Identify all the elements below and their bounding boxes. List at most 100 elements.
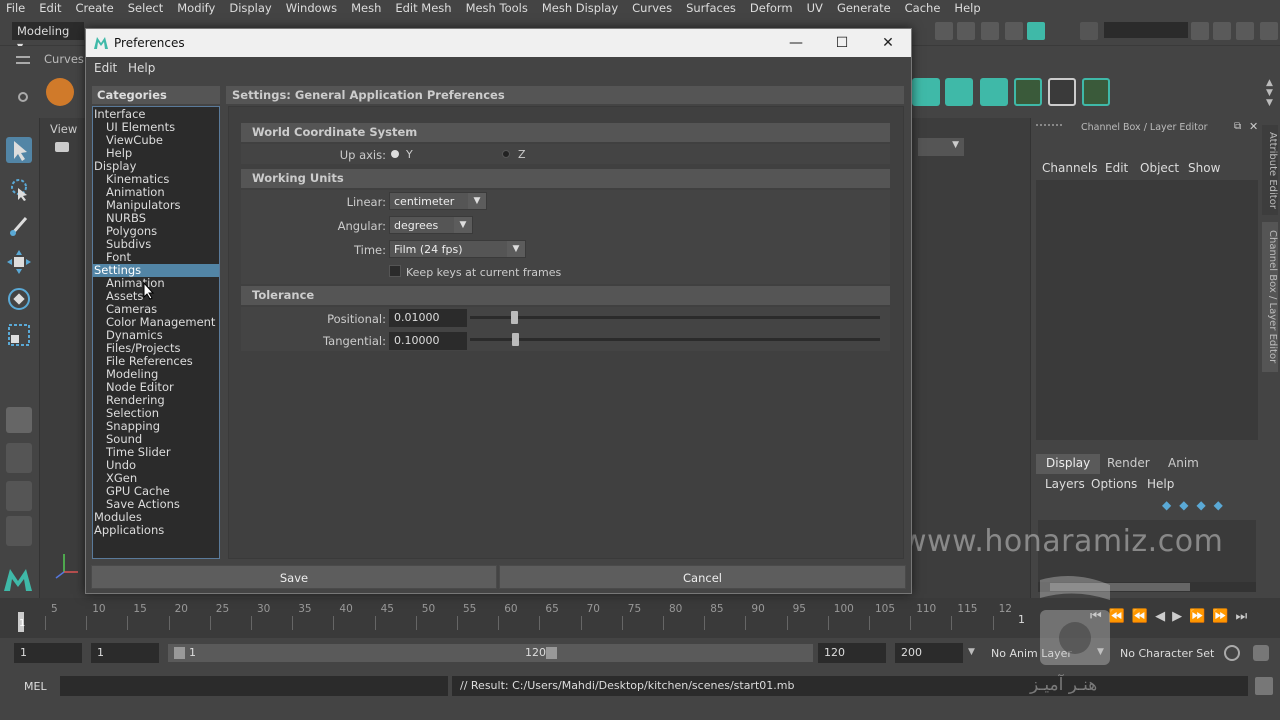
panel-grip-icon[interactable] — [1036, 124, 1062, 130]
layout-outliner-icon[interactable] — [6, 516, 32, 546]
shelf-tab-curves[interactable]: Curves — [44, 52, 84, 66]
category-applications[interactable]: Applications — [93, 524, 219, 537]
layer-tab-anim[interactable]: Anim — [1158, 454, 1209, 474]
layer-tab-display[interactable]: Display — [1036, 454, 1101, 474]
layout2-icon[interactable] — [1236, 22, 1254, 40]
time-select[interactable]: Film (24 fps) ▼ — [389, 240, 526, 258]
mode-selector[interactable]: Modeling ▼ — [12, 22, 84, 51]
command-input[interactable] — [60, 676, 448, 696]
menu-windows[interactable]: Windows — [286, 1, 337, 15]
move-tool-icon[interactable] — [6, 249, 32, 275]
workspace-icon[interactable] — [1191, 22, 1209, 40]
character-set-select[interactable]: No Character Set — [1120, 647, 1214, 660]
auto-key-icon[interactable] — [1224, 645, 1240, 661]
attribute-editor-tab[interactable]: Attribute Editor — [1262, 125, 1278, 215]
current-frame-field[interactable]: 1 — [1018, 613, 1025, 626]
viewport-view-menu[interactable]: View — [50, 122, 77, 136]
linear-select[interactable]: centimeter ▼ — [389, 192, 487, 210]
keep-keys-checkbox[interactable] — [389, 265, 401, 277]
channel-box-area[interactable] — [1036, 180, 1258, 440]
shelf-gear-icon[interactable] — [18, 92, 28, 102]
menu-display[interactable]: Display — [229, 1, 271, 15]
viewport-dropdown[interactable]: ▼ — [918, 138, 964, 156]
layer-buttons-icon[interactable]: ◆◆◆◆ — [1162, 498, 1231, 512]
panel-close-icon[interactable]: ✕ — [1249, 120, 1258, 133]
shelf-tool-6-icon[interactable] — [1082, 78, 1110, 106]
maximize-icon[interactable]: ☐ — [832, 33, 852, 53]
shelf-tool-1-icon[interactable] — [912, 78, 940, 106]
menu-curves[interactable]: Curves — [632, 1, 672, 15]
tangential-slider[interactable] — [470, 338, 880, 341]
tangential-field[interactable]: 0.10000 — [389, 332, 467, 350]
menu-deform[interactable]: Deform — [750, 1, 793, 15]
menu-edit-mesh[interactable]: Edit Mesh — [395, 1, 451, 15]
cb-menu-object[interactable]: Object — [1140, 161, 1179, 175]
menu-help[interactable]: Help — [954, 1, 980, 15]
menu-mesh-display[interactable]: Mesh Display — [542, 1, 618, 15]
menu-select[interactable]: Select — [128, 1, 163, 15]
shelf-menu-icon[interactable] — [16, 56, 30, 64]
menu-surfaces[interactable]: Surfaces — [686, 1, 736, 15]
hypershade-icon[interactable] — [1005, 22, 1023, 40]
anim-layer-arrow-icon[interactable]: ▼ — [968, 647, 975, 657]
shelf-tool-2-icon[interactable] — [945, 78, 973, 106]
menu-cache[interactable]: Cache — [905, 1, 941, 15]
render-settings-icon[interactable] — [957, 22, 975, 40]
lasso-tool-icon[interactable] — [6, 176, 32, 202]
quick-search-field[interactable] — [1104, 22, 1188, 38]
toggle-icon[interactable] — [1027, 22, 1045, 40]
positional-slider-handle[interactable] — [511, 311, 518, 324]
cancel-button[interactable]: Cancel — [499, 565, 906, 589]
layer-menu-options[interactable]: Options — [1091, 477, 1137, 491]
prefs-menu-edit[interactable]: Edit — [94, 61, 117, 75]
section-tolerance[interactable]: Tolerance — [241, 286, 890, 305]
range-handle-start[interactable] — [174, 647, 185, 659]
layout-four-icon[interactable] — [6, 443, 32, 473]
layout-icon[interactable] — [1213, 22, 1231, 40]
section-working-units[interactable]: Working Units — [241, 169, 890, 188]
playback-end-field[interactable]: 120 — [818, 643, 886, 663]
minimize-icon[interactable]: — — [786, 33, 806, 53]
shelf-tool-5-icon[interactable] — [1048, 78, 1076, 106]
script-editor-icon[interactable] — [1255, 677, 1273, 695]
menu-edit[interactable]: Edit — [39, 1, 61, 15]
categories-list[interactable]: Interface UI Elements ViewCube Help Display K… — [92, 106, 220, 559]
render-icon[interactable] — [935, 22, 953, 40]
start-frame-field[interactable]: 1 — [14, 643, 82, 663]
layer-tab-render[interactable]: Render — [1097, 454, 1160, 474]
layout-single-icon[interactable] — [6, 407, 32, 433]
scale-tool-icon[interactable] — [6, 322, 32, 348]
layer-menu-layers[interactable]: Layers — [1045, 477, 1085, 491]
panel-float-icon[interactable]: ⧉ — [1234, 121, 1241, 132]
playback-start-field[interactable]: 1 — [91, 643, 159, 663]
tangential-slider-handle[interactable] — [512, 333, 519, 346]
rotate-tool-icon[interactable] — [6, 286, 32, 312]
end-frame-field[interactable]: 200 — [895, 643, 963, 663]
positional-field[interactable]: 0.01000 — [389, 309, 467, 327]
ipr-icon[interactable] — [981, 22, 999, 40]
anim-prefs-icon[interactable] — [1253, 645, 1269, 661]
shelf-tool-4-icon[interactable] — [1014, 78, 1042, 106]
channel-box-side-tab[interactable]: Channel Box / Layer Editor — [1262, 222, 1278, 372]
preferences-titlebar[interactable]: Preferences — ☐ ✕ — [86, 29, 911, 57]
layout-two-icon[interactable] — [6, 481, 32, 511]
menu-file[interactable]: File — [6, 1, 25, 15]
menu-mesh-tools[interactable]: Mesh Tools — [466, 1, 528, 15]
angular-select[interactable]: degrees ▼ — [389, 216, 473, 234]
menu-uv[interactable]: UV — [807, 1, 823, 15]
cb-menu-edit[interactable]: Edit — [1105, 161, 1128, 175]
section-world-coordinate[interactable]: World Coordinate System — [241, 123, 890, 142]
sphere-icon[interactable] — [46, 78, 74, 106]
prefs-menu-help[interactable]: Help — [128, 61, 155, 75]
menu-mesh[interactable]: Mesh — [351, 1, 381, 15]
sidebar-toggle-icon[interactable] — [1080, 22, 1098, 40]
shelf-tool-3-icon[interactable] — [980, 78, 1008, 106]
command-language[interactable]: MEL — [24, 680, 47, 693]
menu-modify[interactable]: Modify — [177, 1, 215, 15]
save-button[interactable]: Save — [91, 565, 497, 589]
radio-z[interactable] — [502, 150, 510, 158]
positional-slider[interactable] — [470, 316, 880, 319]
range-slider[interactable]: 1 120 — [168, 644, 813, 662]
layout3-icon[interactable] — [1260, 22, 1278, 40]
shelf-scroll-icon[interactable]: ▲ ▼ ▼ — [1266, 78, 1273, 108]
